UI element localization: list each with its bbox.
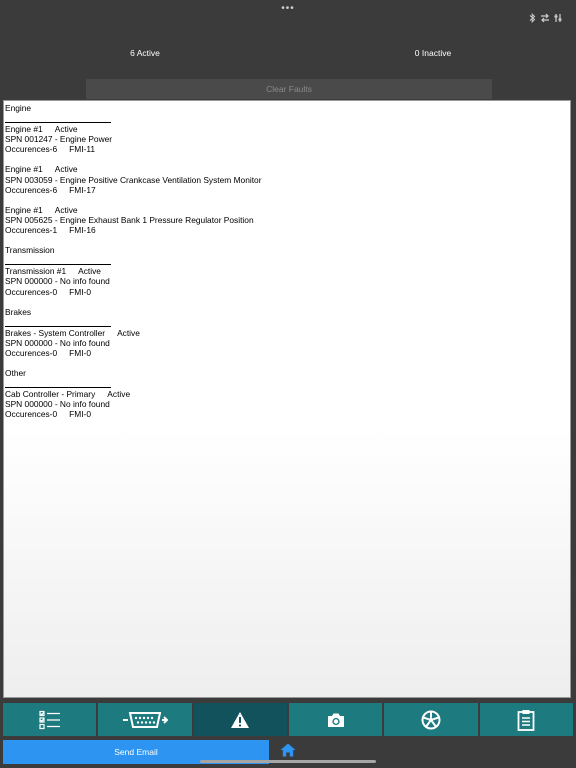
section-divider xyxy=(5,255,111,266)
tab-clipboard[interactable] xyxy=(479,703,573,736)
fault-entry: Engine #1 Active SPN 001247 - Engine Power… xyxy=(5,124,570,154)
fault-source: Transmission #1 xyxy=(5,266,67,277)
settings-toggle-icon xyxy=(554,14,562,22)
multitasking-dots[interactable]: ••• xyxy=(0,3,576,14)
camera-icon xyxy=(326,712,346,728)
tab-checklist[interactable] xyxy=(3,703,97,736)
fault-fmi: FMI-0 xyxy=(69,347,92,358)
fault-status: Active xyxy=(54,164,78,175)
fault-source: Engine #1 xyxy=(5,124,43,135)
fault-entry: Cab Controller - Primary Active SPN 000000… xyxy=(5,389,570,419)
fault-spn: SPN 005625 - Engine Exhaust Bank 1 Press… xyxy=(5,214,254,225)
fault-source: Cab Controller - Primary xyxy=(5,389,96,400)
fault-entry: Engine #1 Active SPN 005625 - Engine Exhau… xyxy=(5,205,570,235)
fault-counts-line: Occurences-0 FMI-0 xyxy=(5,287,570,297)
section-divider xyxy=(5,378,111,389)
section-divider xyxy=(5,113,111,124)
fault-counts-line: Occurences-0 FMI-0 xyxy=(5,348,570,358)
fault-occurrences: Occurences-1 xyxy=(5,225,58,236)
tab-wheel[interactable] xyxy=(384,703,478,736)
transfer-arrows-icon xyxy=(541,13,549,23)
fault-source-line: Engine #1 Active xyxy=(5,205,570,215)
fault-source: Engine #1 xyxy=(5,164,43,175)
fault-counts-line: Occurences-0 FMI-0 xyxy=(5,409,570,419)
fault-entry: Brakes - System Controller Active SPN 0000… xyxy=(5,328,570,358)
section-title: Brakes xyxy=(5,306,32,317)
section-title: Engine xyxy=(5,103,32,113)
home-indicator[interactable] xyxy=(200,760,376,763)
fault-source-line: Cab Controller - Primary Active xyxy=(5,389,570,399)
fault-counts-line: Occurences-6 FMI-17 xyxy=(5,185,570,195)
bluetooth-icon xyxy=(529,13,536,23)
fault-source: Brakes - System Controller xyxy=(5,327,106,338)
checklist-icon xyxy=(39,710,61,730)
fault-fmi: FMI-17 xyxy=(69,184,96,195)
active-count: 6 Active xyxy=(130,48,160,58)
wheel-icon xyxy=(421,710,441,730)
fault-list-panel[interactable]: Engine Engine #1 Active SPN 001247 - Engine… xyxy=(3,100,571,698)
tab-obd-connector[interactable] xyxy=(98,703,192,736)
tab-camera[interactable] xyxy=(288,703,383,736)
section-title: Transmission xyxy=(5,245,55,256)
fault-list: Engine Engine #1 Active SPN 001247 - Engine… xyxy=(4,101,570,420)
fault-section: Transmission Transmission #1 Active SPN 000… xyxy=(5,245,570,297)
fault-status: Active xyxy=(117,327,140,338)
fault-fmi: FMI-16 xyxy=(69,225,96,236)
warning-icon xyxy=(230,711,250,729)
obd-connector-icon xyxy=(122,710,168,730)
bottom-bar: Send Email xyxy=(0,738,576,768)
clear-faults-button[interactable]: Clear Faults xyxy=(86,79,492,99)
fault-entry: Engine #1 Active SPN 003059 - Engine Posit… xyxy=(5,164,570,194)
fault-fmi: FMI-0 xyxy=(69,286,92,297)
fault-spn: SPN 000000 - No info found xyxy=(5,399,110,410)
fault-occurrences: Occurences-6 xyxy=(5,144,58,155)
fault-counts-line: Occurences-1 FMI-16 xyxy=(5,225,570,235)
fault-status: Active xyxy=(54,124,78,135)
fault-source: Engine #1 xyxy=(5,204,43,215)
fault-spn: SPN 003059 - Engine Positive Crankcase V… xyxy=(5,174,262,185)
section-divider xyxy=(5,317,111,327)
clipboard-icon xyxy=(517,709,535,731)
fault-source-line: Engine #1 Active xyxy=(5,124,570,134)
fault-counts-line: Occurences-6 FMI-11 xyxy=(5,144,570,154)
fault-fmi: FMI-0 xyxy=(69,409,92,420)
fault-spn: SPN 001247 - Engine Power xyxy=(5,134,113,145)
home-icon[interactable] xyxy=(280,743,296,757)
fault-source-line: Transmission #1 Active xyxy=(5,266,570,276)
fault-section: Other Cab Controller - Primary Active SPN 0… xyxy=(5,368,570,419)
fault-status: Active xyxy=(107,389,131,400)
fault-occurrences: Occurences-0 xyxy=(5,347,58,358)
status-icons xyxy=(529,13,562,23)
fault-occurrences: Occurences-6 xyxy=(5,184,58,195)
fault-status: Active xyxy=(78,266,101,277)
fault-summary: 6 Active 0 Inactive xyxy=(0,48,576,62)
fault-source-line: Brakes - System Controller Active xyxy=(5,328,570,338)
fault-source-line: Engine #1 Active xyxy=(5,164,570,174)
fault-status: Active xyxy=(54,204,78,215)
fault-spn: SPN 000000 - No info found xyxy=(5,337,110,348)
fault-section: Engine Engine #1 Active SPN 001247 - Engine… xyxy=(5,103,570,235)
fault-spn: SPN 000000 - No info found xyxy=(5,276,110,287)
tab-bar xyxy=(3,703,573,736)
fault-section: Brakes Brakes - System Controller Active SP… xyxy=(5,307,570,358)
fault-entry: Transmission #1 Active SPN 000000 - No inf… xyxy=(5,266,570,296)
inactive-count: 0 Inactive xyxy=(414,48,452,58)
fault-occurrences: Occurences-0 xyxy=(5,286,58,297)
tab-warning[interactable] xyxy=(193,703,287,736)
fault-fmi: FMI-11 xyxy=(69,144,96,155)
section-title: Other xyxy=(5,368,26,379)
fault-occurrences: Occurences-0 xyxy=(5,409,58,420)
